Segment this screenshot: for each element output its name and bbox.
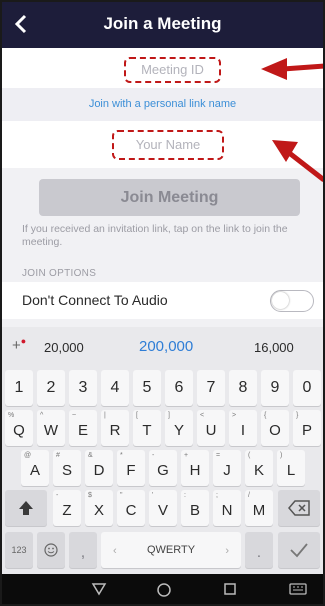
invitation-info-text: If you received an invitation link, tap …	[22, 223, 288, 248]
suggestion-1[interactable]: 20,000	[44, 340, 84, 355]
letter-row-2: @ A # S & D * F -G + H = J (K ) L	[2, 450, 323, 486]
key-l[interactable]: ) L	[277, 450, 305, 486]
key-e[interactable]: ~ E	[69, 410, 97, 446]
keyboard-bottom-row: 123 , QWERTY ‹ › .	[2, 532, 323, 568]
dont-connect-audio-row: Don't Connect To Audio	[2, 282, 323, 319]
key-d[interactable]: & D	[85, 450, 113, 486]
key-y[interactable]: ] Y	[165, 410, 193, 446]
key-k[interactable]: (K	[245, 450, 273, 486]
phone-screen: Join a Meeting Meeting ID Join with a pe…	[0, 0, 325, 606]
join-options-header: JOIN OPTIONS	[22, 268, 97, 279]
meeting-id-field[interactable]: Meeting ID	[124, 57, 221, 83]
key-j[interactable]: = J	[213, 450, 241, 486]
dont-connect-audio-label: Don't Connect To Audio	[22, 292, 168, 308]
toggle-knob	[272, 292, 289, 309]
emoji-key[interactable]	[37, 532, 65, 568]
key-0[interactable]: 0	[293, 370, 321, 406]
keyboard-switch-icon[interactable]	[289, 582, 307, 596]
key-2[interactable]: 2	[37, 370, 65, 406]
annotation-arrow-your-name	[272, 140, 323, 182]
period-key[interactable]: .	[245, 532, 273, 568]
recents-square-icon[interactable]	[223, 582, 237, 596]
suggestion-bar: +● 20,000 200,000 16,000	[2, 327, 323, 368]
key-w[interactable]: ^ W	[37, 410, 65, 446]
back-triangle-icon[interactable]	[91, 582, 107, 596]
key-a[interactable]: @ A	[21, 450, 49, 486]
join-meeting-button[interactable]: Join Meeting	[39, 179, 300, 216]
backspace-icon	[288, 500, 310, 516]
shift-icon	[19, 501, 33, 515]
key-5[interactable]: 5	[133, 370, 161, 406]
key-7[interactable]: 7	[197, 370, 225, 406]
comma-key[interactable]: ,	[69, 532, 97, 568]
system-nav-bar	[2, 574, 323, 604]
key-c[interactable]: " C	[117, 490, 145, 526]
key-9[interactable]: 9	[261, 370, 289, 406]
letter-row-1: % Q ^ W ~ E | R [T ] Y < U > I {O } P	[2, 410, 323, 446]
key-o[interactable]: {O	[261, 410, 289, 446]
keyboard-settings-icon[interactable]: +●	[12, 336, 26, 354]
key-i[interactable]: > I	[229, 410, 257, 446]
key-1[interactable]: 1	[5, 370, 33, 406]
suggestion-3[interactable]: 16,000	[254, 340, 294, 355]
key-n[interactable]: ; N	[213, 490, 241, 526]
key-8[interactable]: 8	[229, 370, 257, 406]
emoji-icon	[44, 543, 58, 557]
language-right-icon: ›	[225, 545, 229, 557]
on-screen-keyboard: +● 20,000 200,000 16,000 1 2 3 4 5 6 7 8…	[2, 327, 323, 574]
key-6[interactable]: 6	[165, 370, 193, 406]
personal-link-button[interactable]: Join with a personal link name	[89, 98, 236, 110]
key-t[interactable]: [T	[133, 410, 161, 446]
number-row: 1 2 3 4 5 6 7 8 9 0	[2, 370, 323, 406]
key-q[interactable]: % Q	[5, 410, 33, 446]
key-z[interactable]: -Z	[53, 490, 81, 526]
key-f[interactable]: * F	[117, 450, 145, 486]
key-b[interactable]: :B	[181, 490, 209, 526]
key-r[interactable]: | R	[101, 410, 129, 446]
shift-key[interactable]	[5, 490, 47, 526]
letter-row-3: -Z $ X " C ' V :B ; N / M	[2, 490, 323, 526]
language-left-icon: ‹	[113, 545, 117, 557]
suggestion-2[interactable]: 200,000	[139, 338, 193, 355]
key-m[interactable]: / M	[245, 490, 273, 526]
your-name-field[interactable]: Your Name	[112, 130, 224, 160]
personal-link-row: Join with a personal link name	[2, 88, 323, 121]
key-4[interactable]: 4	[101, 370, 129, 406]
top-bar: Join a Meeting	[2, 2, 323, 48]
page-title: Join a Meeting	[103, 14, 222, 33]
key-x[interactable]: $ X	[85, 490, 113, 526]
key-3[interactable]: 3	[69, 370, 97, 406]
key-g[interactable]: -G	[149, 450, 177, 486]
home-circle-icon[interactable]	[156, 582, 172, 598]
key-p[interactable]: } P	[293, 410, 321, 446]
enter-key[interactable]	[278, 532, 320, 568]
annotation-arrow-meeting-id	[261, 58, 323, 80]
key-s[interactable]: # S	[53, 450, 81, 486]
key-u[interactable]: < U	[197, 410, 225, 446]
key-v[interactable]: ' V	[149, 490, 177, 526]
space-bar[interactable]: QWERTY ‹ ›	[101, 532, 241, 568]
symbols-key[interactable]: 123	[5, 532, 33, 568]
dont-connect-audio-toggle[interactable]	[270, 290, 314, 312]
backspace-key[interactable]	[278, 490, 320, 526]
checkmark-icon	[290, 543, 308, 558]
key-h[interactable]: + H	[181, 450, 209, 486]
